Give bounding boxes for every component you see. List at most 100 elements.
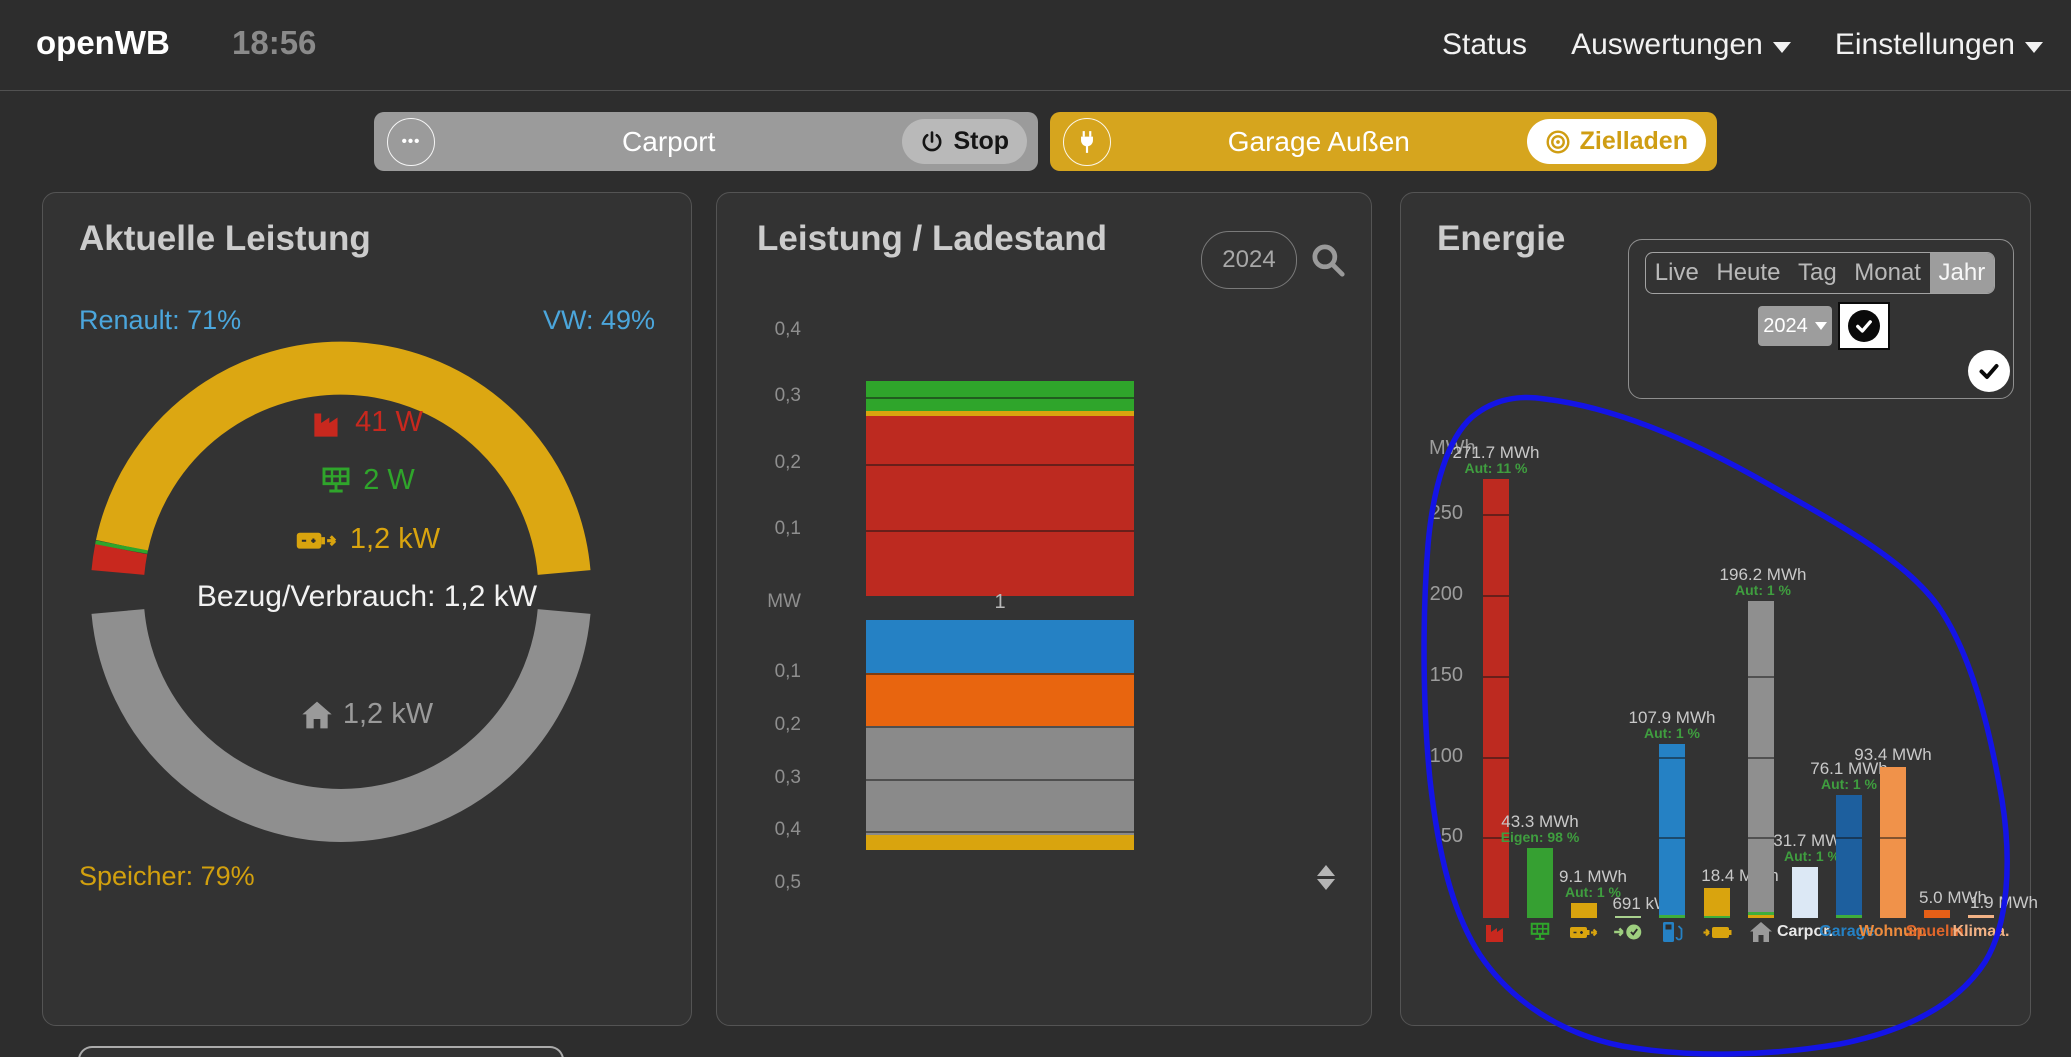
- power-icon: [920, 130, 944, 154]
- bar-accent-segment: [1704, 916, 1730, 918]
- y-axis-tick: 50: [1440, 825, 1463, 847]
- axis-tick: 0,2: [774, 714, 801, 735]
- flow-pv: 2 W: [43, 464, 691, 497]
- axis-tick: 0,3: [774, 767, 801, 788]
- nav-item-auswertungen[interactable]: Auswertungen: [1571, 28, 1791, 62]
- nav-item-einstellungen[interactable]: Einstellungen: [1835, 28, 2043, 62]
- plug-icon: [1074, 129, 1100, 155]
- tick-line: [1483, 514, 1509, 516]
- y-axis-tick: 250: [1429, 502, 1463, 524]
- axis-tick: 0,5: [774, 872, 801, 893]
- bar-accent-segment: [1748, 915, 1774, 918]
- card-energie: Energie Live Heute Tag Monat Jahr 2024 M…: [1400, 192, 2038, 1026]
- x-axis-label: Klimaa.: [1952, 923, 2010, 940]
- nav-item-label: Auswertungen: [1571, 28, 1763, 61]
- tick-line: [866, 726, 1134, 728]
- tick-line: [866, 831, 1134, 833]
- axis-tick: 0,4: [774, 319, 801, 340]
- sort-up-icon: [1317, 865, 1335, 876]
- tick-line: [1483, 676, 1509, 678]
- flow-house: 1,2 kW: [43, 698, 691, 731]
- bar-autarky-label: Aut: 11 %: [1464, 460, 1528, 476]
- tick-line: [1880, 837, 1906, 839]
- battery-out-icon: [294, 527, 340, 553]
- zielladen-label: Zielladen: [1579, 127, 1688, 155]
- axis-unit-label: MW: [767, 591, 801, 612]
- battery-in-icon: [1702, 921, 1732, 943]
- energy-bar[interactable]: [1615, 916, 1641, 918]
- tick-line: [866, 464, 1134, 466]
- ellipsis-icon: •••: [401, 133, 421, 150]
- chargepoint-garage-button[interactable]: Garage Außen Zielladen: [1050, 112, 1717, 171]
- bar-autarky-label: Eigen: 98 %: [1500, 829, 1580, 845]
- chargepoint-name: Garage Außen: [1227, 125, 1410, 157]
- brand-logo[interactable]: openWB: [36, 24, 170, 62]
- bar-value-label: 691 kWh: [1612, 894, 1680, 913]
- house-power-value: 1,2 kW: [342, 698, 434, 730]
- tick-line: [1483, 757, 1509, 759]
- house-icon: [301, 700, 333, 730]
- stack-segment-pv[interactable]: [866, 381, 1134, 411]
- stack-segment-battery-discharge[interactable]: [866, 411, 1134, 416]
- factory-icon: [311, 408, 345, 438]
- stack-segment-battery-charge[interactable]: [866, 835, 1134, 850]
- charging-station-icon: [1657, 921, 1687, 943]
- top-navbar: openWB 18:56 Status Auswertungen Einstel…: [0, 0, 2071, 91]
- chargepoint-menu-button[interactable]: •••: [387, 117, 435, 166]
- energy-bar[interactable]: [1968, 915, 1994, 918]
- target-icon: [1545, 129, 1571, 155]
- y-axis-tick: 100: [1429, 745, 1463, 767]
- bezug-verbrauch-row: Bezug/Verbrauch: 1,2 kW: [43, 580, 691, 614]
- energy-bar[interactable]: [1704, 888, 1730, 918]
- y-axis-tick: 200: [1429, 583, 1463, 605]
- card-leistung-ladestand: Leistung / Ladestand 2024 0,1 0,2 0,3 0,4 0,…: [716, 192, 1372, 1026]
- partial-card-below: [78, 1046, 564, 1057]
- stack-segment-grid[interactable]: [866, 416, 1134, 596]
- bezug-verbrauch-value: Bezug/Verbrauch: 1,2 kW: [196, 580, 538, 613]
- bar-accent-segment: [1748, 912, 1774, 915]
- tick-line: [866, 779, 1134, 781]
- axis-tick: 0,1: [774, 518, 801, 539]
- card-aktuelle-leistung: Aktuelle Leistung Renault: 71% VW: 49% 4…: [42, 192, 692, 1026]
- energy-bar[interactable]: [1483, 479, 1509, 918]
- energy-bar-chart: MWh 250 200 150 100 50 271.7 MWh Aut: 11 % 43.3 …: [1401, 193, 2038, 1025]
- axis-tick: 0,4: [774, 819, 801, 840]
- tick-line: [1748, 676, 1774, 678]
- energy-bar[interactable]: [1836, 795, 1862, 918]
- x-category-label: 1: [994, 591, 1006, 613]
- bar-value-label: 1.9 MWh: [1969, 893, 2039, 912]
- tick-line: [866, 397, 1134, 399]
- flow-grid: 41 W: [43, 406, 691, 439]
- solar-panel-icon: [1525, 921, 1555, 943]
- energy-bar[interactable]: [1792, 867, 1818, 918]
- bar-accent-segment: [1836, 915, 1862, 918]
- tick-line: [1659, 757, 1685, 759]
- nav-item-status[interactable]: Status: [1442, 28, 1527, 62]
- tick-line: [866, 673, 1134, 675]
- energy-bar[interactable]: [1659, 744, 1685, 918]
- clock: 18:56: [232, 24, 317, 61]
- tick-line: [1748, 757, 1774, 759]
- energy-bar[interactable]: [1748, 601, 1774, 918]
- bar-accent-segment: [1659, 915, 1685, 918]
- stop-charging-button[interactable]: Stop: [902, 119, 1027, 164]
- battery-out-icon: [1569, 921, 1599, 943]
- stack-segment-chargepoint-blue[interactable]: [866, 620, 1134, 673]
- chargepoint-carport-button[interactable]: ••• Carport Stop: [374, 112, 1038, 171]
- chevron-down-icon: [2025, 41, 2043, 53]
- tick-line: [1659, 837, 1685, 839]
- sort-down-icon: [1317, 879, 1335, 890]
- sort-arrows-icon[interactable]: [1317, 865, 1335, 890]
- axis-tick: 0,1: [774, 661, 801, 682]
- axis-tick: 0,3: [774, 385, 801, 406]
- factory-icon: [1481, 921, 1511, 943]
- speicher-soc: Speicher: 79%: [79, 861, 255, 891]
- nav-item-label: Status: [1442, 28, 1528, 61]
- flow-battery: 1,2 kW: [43, 523, 691, 556]
- chargepoint-plug-badge[interactable]: [1063, 117, 1111, 166]
- nav-item-label: Einstellungen: [1834, 28, 2015, 61]
- battery-power-value: 1,2 kW: [349, 523, 441, 555]
- zielladen-mode-button[interactable]: Zielladen: [1526, 119, 1706, 164]
- stack-segment-chargepoint-orange[interactable]: [866, 673, 1134, 726]
- nav-links: Status Auswertungen Einstellungen: [1442, 0, 2043, 90]
